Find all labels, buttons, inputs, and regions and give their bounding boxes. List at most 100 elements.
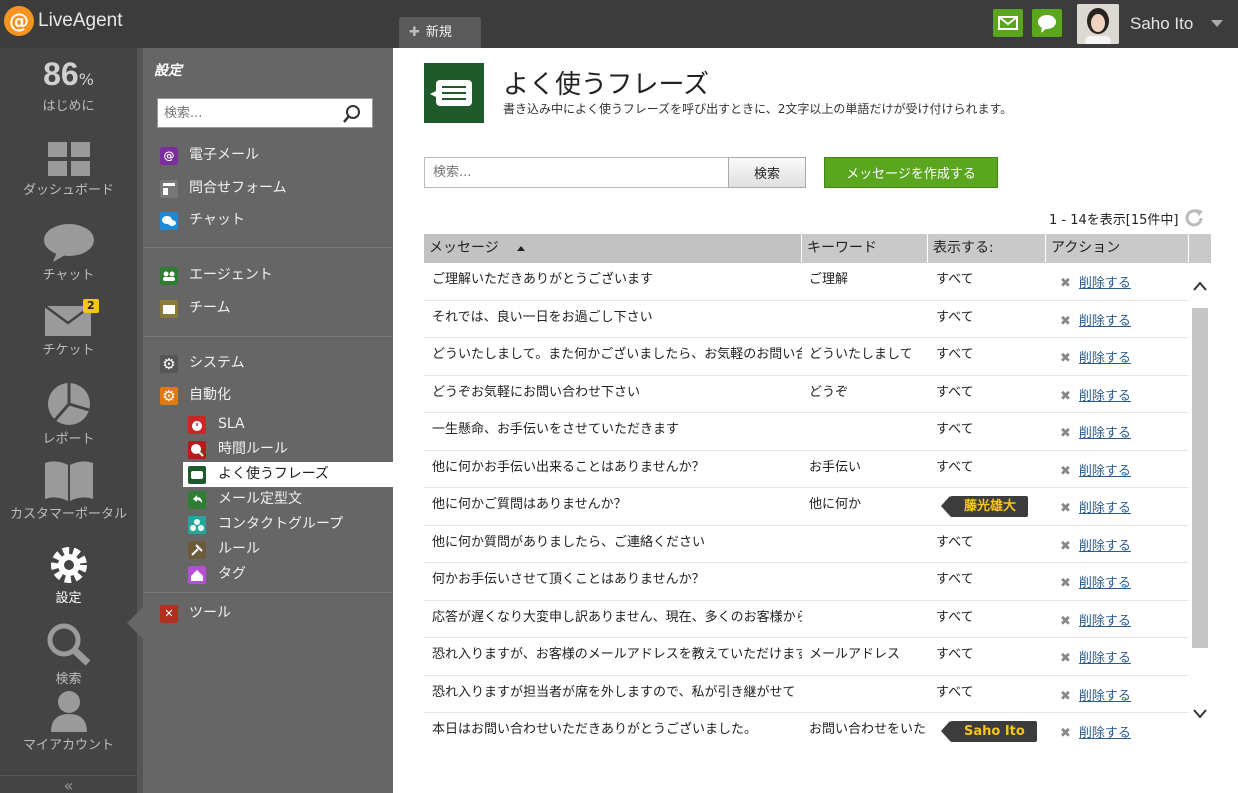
- table-row[interactable]: ご理解いただきありがとうございます ご理解 すべて ✖ 削除する: [424, 263, 1189, 301]
- delete-link[interactable]: 削除する: [1079, 464, 1131, 479]
- delete-x-icon[interactable]: ✖: [1060, 464, 1071, 479]
- plus-icon: ✚: [409, 25, 420, 40]
- user-avatar[interactable]: [1077, 4, 1119, 44]
- search-icon[interactable]: [342, 104, 362, 124]
- delete-link[interactable]: 削除する: [1079, 351, 1131, 366]
- display-cell: すべて: [936, 347, 974, 362]
- chat-bubble-icon: [43, 224, 94, 262]
- new-mail-button[interactable]: [993, 9, 1023, 37]
- user-name[interactable]: Saho Ito: [1130, 14, 1193, 34]
- settings-email-templates[interactable]: メール定型文: [183, 487, 393, 512]
- keyword-cell: どうぞ: [809, 384, 849, 400]
- delete-link[interactable]: 削除する: [1079, 389, 1131, 404]
- delete-x-icon[interactable]: ✖: [1060, 726, 1071, 741]
- keyword-cell: [809, 526, 929, 563]
- column-header-message[interactable]: メッセージ: [424, 234, 802, 263]
- refresh-icon[interactable]: [1184, 207, 1204, 227]
- table-row[interactable]: 本日はお問い合わせいただきありがとうございました。 お問い合わせをいた Saho I…: [424, 713, 1189, 748]
- table-row[interactable]: 恐れ入りますが担当者が席を外しますので、私が引き継がせて すべて ✖ 削除する: [424, 676, 1189, 713]
- delete-link[interactable]: 削除する: [1079, 539, 1131, 554]
- user-icon: [50, 691, 87, 732]
- table-row[interactable]: 他に何かご質問はありませんか？ 他に何か 藤光雄大 ✖ 削除する: [424, 488, 1189, 526]
- delete-link[interactable]: 削除する: [1079, 614, 1131, 629]
- user-menu-chevron-down-icon[interactable]: [1211, 20, 1223, 27]
- display-cell: すべて: [936, 422, 974, 437]
- table-row[interactable]: どうぞお気軽にお問い合わせ下さい どうぞ すべて ✖ 削除する: [424, 376, 1190, 413]
- action-cell: ✖ 削除する: [1060, 601, 1190, 638]
- settings-chat[interactable]: チャット: [143, 208, 393, 233]
- settings-system[interactable]: ⚙ システム: [143, 351, 393, 376]
- action-cell: ✖ 削除する: [1060, 376, 1190, 413]
- table-scrollbar[interactable]: [1189, 263, 1211, 748]
- settings-tools[interactable]: ✕ ツール: [143, 601, 393, 626]
- delete-link[interactable]: 削除する: [1079, 501, 1131, 516]
- settings-teams[interactable]: チーム: [143, 296, 393, 321]
- delete-x-icon[interactable]: ✖: [1060, 351, 1071, 366]
- table-row[interactable]: 応答が遅くなり大変申し訳ありません、現在、多くのお客様からお すべて ✖ 削除する: [424, 601, 1190, 638]
- delete-link[interactable]: 削除する: [1079, 651, 1131, 666]
- nav-my-account[interactable]: マイアカウント: [0, 690, 137, 753]
- delete-link[interactable]: 削除する: [1079, 576, 1131, 591]
- collapse-sidebar-button[interactable]: «: [0, 775, 137, 793]
- delete-x-icon[interactable]: ✖: [1060, 389, 1071, 404]
- settings-agents[interactable]: エージェント: [143, 263, 393, 288]
- table-row[interactable]: 他に何かお手伝い出来ることはありませんか？ お手伝い すべて ✖ 削除する: [424, 451, 1189, 488]
- table-header: メッセージ キーワード 表示する: アクション: [424, 234, 1211, 263]
- create-message-button[interactable]: メッセージを作成する: [824, 157, 998, 188]
- settings-automation[interactable]: ⚙ 自動化: [143, 383, 393, 408]
- nav-customer-portal[interactable]: カスタマーポータル: [0, 461, 137, 522]
- delete-x-icon[interactable]: ✖: [1060, 314, 1071, 329]
- table-row[interactable]: それでは、良い一日をお過ごし下さい すべて ✖ 削除する: [424, 301, 1189, 338]
- delete-link[interactable]: 削除する: [1079, 726, 1131, 741]
- settings-email[interactable]: @ 電子メール: [143, 143, 393, 168]
- settings-contact-groups[interactable]: コンタクトグループ: [183, 512, 393, 537]
- delete-link[interactable]: 削除する: [1079, 426, 1131, 441]
- delete-x-icon[interactable]: ✖: [1060, 614, 1071, 629]
- logo[interactable]: @ LiveAgent: [4, 4, 144, 40]
- delete-x-icon[interactable]: ✖: [1060, 689, 1071, 704]
- folder-icon: [160, 300, 178, 318]
- table-row[interactable]: どういたしまして。また何かございましたら、お気軽のお問い合わせ どういたしまして す…: [424, 338, 1189, 376]
- table-row[interactable]: 何かお手伝いさせて頂くことはありませんか？ すべて ✖ 削除する: [424, 563, 1189, 601]
- nav-chat[interactable]: チャット: [0, 222, 137, 283]
- table-row[interactable]: 一生懸命、お手伝いをさせていただきます すべて ✖ 削除する: [424, 413, 1189, 451]
- column-header-keyword[interactable]: キーワード: [802, 234, 928, 263]
- settings-tags[interactable]: タグ: [183, 562, 393, 587]
- settings-canned-phrases[interactable]: よく使うフレーズ: [183, 462, 393, 487]
- delete-x-icon[interactable]: ✖: [1060, 539, 1071, 554]
- phrase-search-input[interactable]: [424, 157, 729, 188]
- settings-search-input[interactable]: [158, 99, 338, 127]
- chevron-up-icon[interactable]: [1193, 281, 1207, 291]
- search-button[interactable]: 検索: [728, 157, 806, 188]
- chevron-down-icon[interactable]: [1193, 709, 1207, 719]
- nav-dashboard[interactable]: ダッシュボード: [0, 141, 137, 198]
- keyword-cell: どういたしまして: [809, 347, 913, 362]
- delete-link[interactable]: 削除する: [1079, 314, 1131, 329]
- delete-x-icon[interactable]: ✖: [1060, 501, 1071, 516]
- nav-search[interactable]: 検索: [0, 622, 137, 687]
- active-pointer-icon: [127, 607, 143, 639]
- table-row[interactable]: 他に何か質問がありましたら、ご連絡ください すべて ✖ 削除する: [424, 526, 1189, 563]
- nav-getting-started[interactable]: 86% はじめに: [0, 56, 137, 114]
- settings-time-rules[interactable]: 時間ルール: [183, 437, 393, 462]
- contact-group-icon: [188, 516, 206, 534]
- nav-tickets[interactable]: 2 チケット: [0, 299, 137, 358]
- delete-x-icon[interactable]: ✖: [1060, 576, 1071, 591]
- new-tab-button[interactable]: ✚ 新規: [399, 17, 481, 48]
- delete-x-icon[interactable]: ✖: [1060, 276, 1071, 291]
- nav-reports[interactable]: レポート: [0, 382, 137, 447]
- settings-rules[interactable]: ルール: [183, 537, 393, 562]
- new-chat-button[interactable]: [1032, 9, 1062, 37]
- delete-link[interactable]: 削除する: [1079, 276, 1131, 291]
- delete-x-icon[interactable]: ✖: [1060, 426, 1071, 441]
- pagination-info: 1 - 14を表示[15件中]: [1049, 213, 1179, 228]
- nav-settings[interactable]: 設定: [0, 545, 137, 606]
- table-row[interactable]: 恐れ入りますが、お客様のメールアドレスを教えていただけますか メールアドレス すべて…: [424, 638, 1189, 676]
- column-header-display[interactable]: 表示する:: [928, 234, 1046, 263]
- scrollbar-thumb[interactable]: [1192, 308, 1208, 648]
- delete-link[interactable]: 削除する: [1079, 689, 1131, 704]
- delete-x-icon[interactable]: ✖: [1060, 651, 1071, 666]
- settings-contact-form[interactable]: 問合せフォーム: [143, 176, 393, 201]
- settings-sla[interactable]: SLA: [183, 412, 393, 437]
- message-cell: 他に何か質問がありましたら、ご連絡ください: [432, 534, 706, 550]
